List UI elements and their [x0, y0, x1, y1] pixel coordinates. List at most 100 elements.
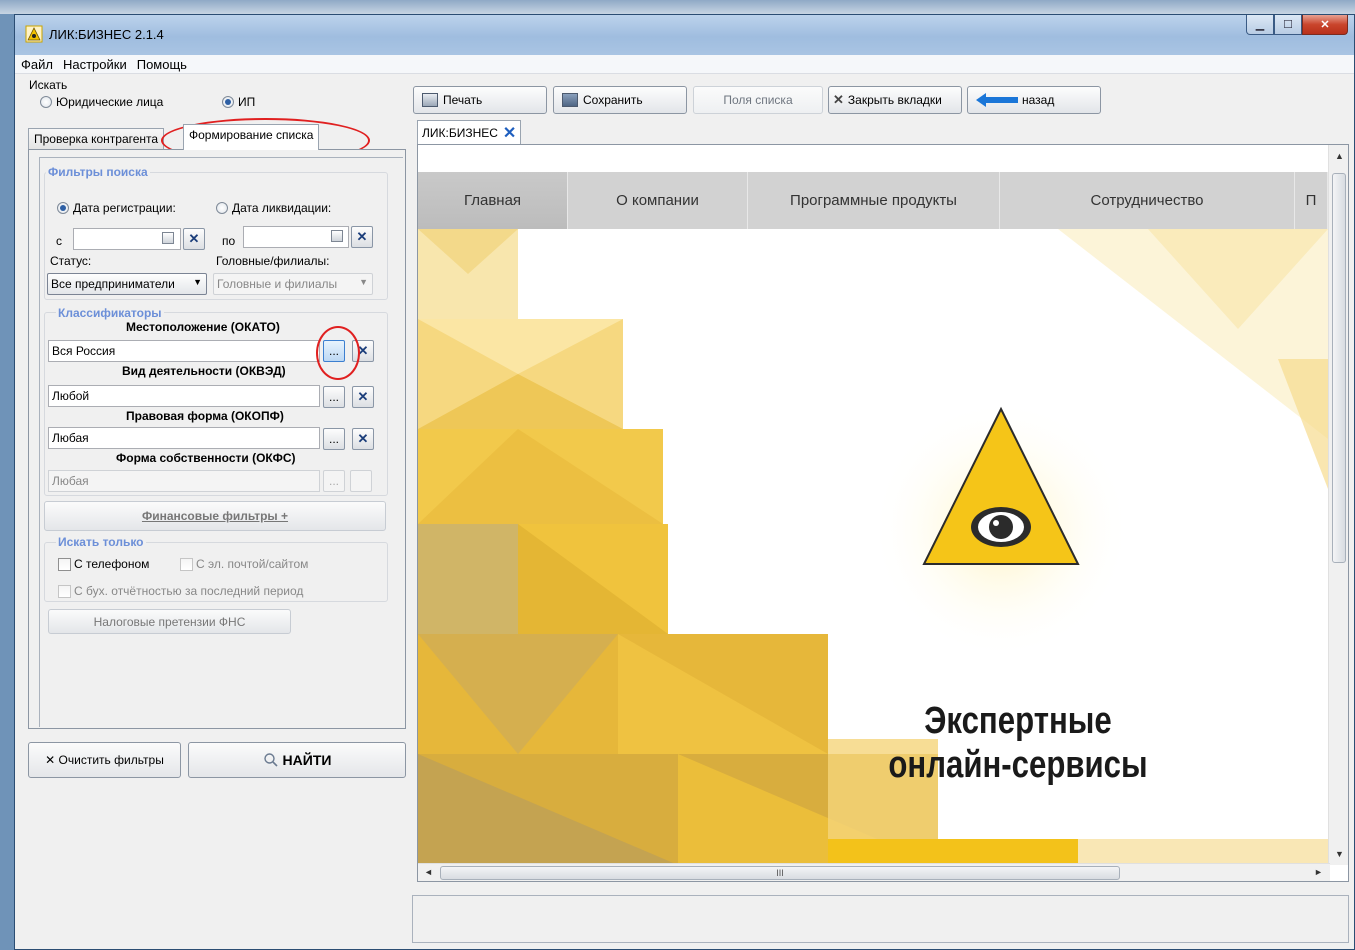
yellow-pattern-icon: [418, 229, 1328, 865]
close-tabs-button[interactable]: ✕ Закрыть вкладки: [828, 86, 962, 114]
hero-banner: Экспертные онлайн-сервисы: [418, 229, 1328, 865]
calendar-icon[interactable]: [331, 230, 343, 242]
okfs-clear-button: [350, 470, 372, 492]
clear-icon: ✕: [188, 231, 200, 246]
radio-legal-entities[interactable]: Юридические лица: [40, 95, 163, 109]
tab-build-list[interactable]: Формирование списка: [183, 124, 320, 150]
doc-tab-label: ЛИК:БИЗНЕС: [422, 125, 498, 140]
desktop-strip: [0, 0, 1355, 14]
find-button-label: НАЙТИ: [282, 752, 332, 768]
okved-label: Вид деятельности (ОКВЭД): [122, 364, 286, 378]
vertical-scroll-thumb[interactable]: [1332, 173, 1346, 563]
branches-label: Головные/филиалы:: [216, 254, 330, 268]
clear-date-from-button[interactable]: ✕: [183, 228, 205, 250]
radio-icon: [40, 96, 52, 108]
window-title: ЛИК:БИЗНЕС 2.1.4: [49, 27, 164, 42]
arrow-left-icon: [976, 93, 1018, 107]
calendar-icon[interactable]: [162, 232, 174, 244]
app-logo-icon: [25, 25, 43, 43]
okopf-clear-button[interactable]: ✕: [352, 428, 374, 450]
menu-file[interactable]: Файл: [21, 57, 53, 72]
vertical-scrollbar[interactable]: ▲ ▼: [1328, 145, 1348, 865]
window-controls: ▁ ☐ ✕: [1246, 15, 1348, 35]
nav-cooperation[interactable]: Сотрудничество: [1000, 172, 1295, 229]
clear-icon: ✕: [357, 389, 369, 404]
branches-select: Головные и филиалы ▼: [213, 273, 373, 295]
menu-settings[interactable]: Настройки: [63, 57, 127, 72]
search-legend: Искать: [29, 78, 68, 92]
status-select[interactable]: Все предприниматели ▼: [47, 273, 207, 295]
print-button[interactable]: Печать: [413, 86, 547, 114]
back-button[interactable]: назад: [967, 86, 1101, 114]
scroll-left-icon[interactable]: ◄: [424, 867, 433, 877]
search-filters-legend: Фильтры поиска: [46, 165, 150, 179]
clear-icon: ✕: [357, 343, 369, 358]
checkbox-phone[interactable]: С телефоном: [58, 557, 149, 571]
okved-browse-button[interactable]: ...: [323, 386, 345, 408]
okopf-browse-button[interactable]: ...: [323, 428, 345, 450]
financial-filters-button[interactable]: Финансовые фильтры +: [44, 501, 386, 531]
status-bar: [412, 895, 1349, 943]
radio-date-registration[interactable]: Дата регистрации:: [57, 201, 176, 215]
save-button[interactable]: Сохранить: [553, 86, 687, 114]
okved-clear-button[interactable]: ✕: [352, 386, 374, 408]
horizontal-scrollbar[interactable]: ◄ III ►: [418, 863, 1330, 881]
scroll-right-icon[interactable]: ►: [1314, 867, 1323, 877]
tab-check-counterparty[interactable]: Проверка контрагента: [28, 128, 165, 150]
okato-clear-button[interactable]: ✕: [352, 340, 374, 362]
okato-browse-button[interactable]: ...: [323, 340, 345, 362]
okato-label: Местоположение (ОКАТО): [126, 320, 280, 334]
chevron-down-icon: ▼: [359, 277, 368, 287]
clear-date-to-button[interactable]: ✕: [351, 226, 373, 248]
okfs-browse-button: ...: [323, 470, 345, 492]
hero-line-2: онлайн-сервисы: [888, 744, 1148, 786]
menu-help[interactable]: Помощь: [137, 57, 187, 72]
list-fields-button: Поля списка: [693, 86, 823, 114]
checkbox-email-label: С эл. почтой/сайтом: [196, 557, 309, 571]
to-label: по: [222, 234, 236, 248]
nav-about[interactable]: О компании: [568, 172, 748, 229]
checkbox-icon: [58, 557, 71, 571]
back-label: назад: [1022, 93, 1055, 107]
date-liquidation-label: Дата ликвидации:: [232, 201, 332, 215]
chevron-down-icon: ▼: [193, 277, 202, 287]
horizontal-scroll-thumb[interactable]: III: [440, 866, 1120, 880]
print-label: Печать: [443, 93, 483, 107]
web-view[interactable]: Главная О компании Программные продукты …: [417, 144, 1349, 882]
scroll-down-icon[interactable]: ▼: [1335, 849, 1344, 859]
hero-line-1: Экспертные: [924, 700, 1112, 742]
maximize-icon[interactable]: ☐: [1274, 15, 1302, 35]
nav-more[interactable]: П: [1295, 172, 1328, 229]
find-button[interactable]: НАЙТИ: [188, 742, 406, 778]
minimize-icon[interactable]: ▁: [1246, 15, 1274, 35]
status-value: Все предприниматели: [51, 277, 175, 291]
radio-date-liquidation[interactable]: Дата ликвидации:: [216, 201, 331, 215]
search-only-legend: Искать только: [56, 535, 146, 549]
scroll-up-icon[interactable]: ▲: [1335, 151, 1344, 161]
checkbox-email: С эл. почтой/сайтом: [180, 557, 308, 571]
checkbox-reports-label: С бух. отчётностью за последний период: [74, 584, 304, 598]
close-icon[interactable]: ✕: [1302, 15, 1348, 35]
status-label: Статус:: [50, 254, 92, 268]
okopf-label: Правовая форма (ОКОПФ): [126, 409, 284, 423]
okopf-field[interactable]: Любая: [48, 427, 320, 449]
floppy-icon: [562, 93, 578, 107]
radio-ip[interactable]: ИП: [222, 95, 255, 109]
tax-claims-button[interactable]: Налоговые претензии ФНС: [48, 609, 291, 634]
okved-field[interactable]: Любой: [48, 385, 320, 407]
nav-products[interactable]: Программные продукты: [748, 172, 1000, 229]
clear-filters-button[interactable]: ✕ Очистить фильтры: [28, 742, 181, 778]
close-tab-icon[interactable]: ✕: [503, 123, 516, 143]
checkbox-phone-label: С телефоном: [74, 557, 150, 571]
tab-lik-business[interactable]: ЛИК:БИЗНЕС ✕: [417, 120, 522, 144]
nav-home[interactable]: Главная: [418, 172, 568, 229]
checkbox-reports: С бух. отчётностью за последний период: [58, 584, 303, 598]
checkbox-icon: [180, 557, 193, 571]
okato-field[interactable]: Вся Россия: [48, 340, 320, 362]
date-registration-label: Дата регистрации:: [73, 201, 176, 215]
clear-icon: ✕: [356, 229, 368, 244]
branches-value: Головные и филиалы: [217, 277, 338, 291]
title-bar[interactable]: ЛИК:БИЗНЕС 2.1.4 ▁ ☐ ✕: [15, 15, 1354, 55]
hero-title: Экспертные онлайн-сервисы: [879, 699, 1158, 787]
clear-icon: ✕: [357, 431, 369, 446]
